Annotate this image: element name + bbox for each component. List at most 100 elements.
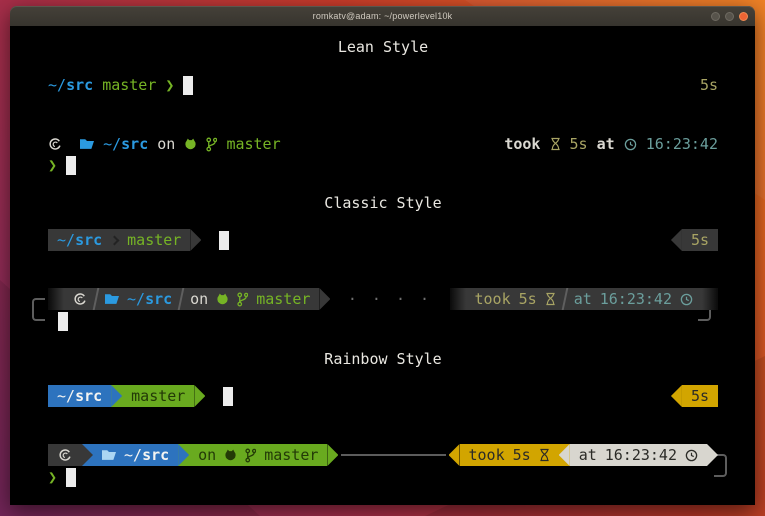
github-icon <box>224 449 237 461</box>
gap-filler-dots: · · · · <box>330 288 449 310</box>
git-branch: master <box>127 229 181 251</box>
prompt-char: ❯ <box>48 466 57 488</box>
powerline-arrow-icon <box>671 229 682 251</box>
powerline-arrow-icon <box>707 444 718 466</box>
clock-icon <box>685 449 698 462</box>
git-branch-icon <box>237 292 248 307</box>
lean-prompt-short: ~/src master ❯ 5s <box>48 74 718 96</box>
rainbow-prompt-full-line1: ~/src on master took 5s <box>48 444 718 466</box>
git-branch: master <box>131 385 185 407</box>
took-label: took <box>504 133 540 155</box>
path-prefix: ~/ <box>103 133 121 155</box>
path-dir: src <box>75 231 102 249</box>
classic-prompt-full-line1: ~/src on master · · · · took 5s at 16:23… <box>48 288 718 310</box>
github-icon <box>216 293 229 305</box>
prompt-char: ❯ <box>165 74 174 96</box>
rainbow-prompt-short: ~/src master 5s <box>48 385 718 407</box>
duration-value: 5s <box>691 385 709 407</box>
duration-value: 5s <box>691 229 709 251</box>
classic-prompt-short: ~/src master 5s <box>48 229 718 251</box>
git-branch: master <box>226 133 280 155</box>
section-title: Classic Style <box>324 192 441 214</box>
time-value: 16:23:42 <box>600 288 672 310</box>
section-title: Lean Style <box>338 36 428 58</box>
path-dir: src <box>66 74 93 96</box>
prompt-frame-left <box>32 298 45 321</box>
duration-value: 5s <box>700 74 718 96</box>
text-cursor <box>66 156 76 175</box>
took-label: took <box>475 288 511 310</box>
terminal-screen[interactable]: Lean Style ~/src master ❯ 5s ~/src on <box>10 26 755 505</box>
window-title: romkatv@adam: ~/powerlevel10k <box>313 11 453 21</box>
at-label: at <box>597 133 615 155</box>
segment-fade <box>702 288 718 310</box>
github-icon <box>184 138 197 150</box>
path-prefix: ~/ <box>124 446 142 464</box>
gap-filler-line <box>341 454 445 456</box>
powerline-arrow-icon <box>327 444 338 466</box>
path-prefix: ~/ <box>57 231 75 249</box>
title-bar[interactable]: romkatv@adam: ~/powerlevel10k <box>10 6 755 26</box>
debian-swirl-icon <box>73 292 87 306</box>
duration-value: 5s <box>513 444 531 466</box>
thin-separator-icon <box>178 288 185 310</box>
terminal-window: romkatv@adam: ~/powerlevel10k Lean Style… <box>10 6 755 505</box>
text-cursor <box>223 387 233 406</box>
lean-prompt-full-line1: ~/src on master took 5s <box>48 133 718 155</box>
on-label: on <box>157 133 175 155</box>
git-branch: master <box>102 74 156 96</box>
segment-junction <box>82 444 93 466</box>
segment-fade <box>450 288 466 310</box>
classic-prompt-full-line2 <box>48 310 718 332</box>
hourglass-icon <box>550 137 561 151</box>
clock-icon <box>680 293 693 306</box>
debian-swirl-icon <box>48 137 62 151</box>
close-button-icon[interactable] <box>739 12 748 21</box>
chevron-separator-icon <box>110 235 120 245</box>
clock-icon <box>624 138 637 151</box>
segment-junction <box>111 385 122 407</box>
segment-junction <box>559 444 570 466</box>
on-label: on <box>190 288 208 310</box>
minimize-button-icon[interactable] <box>711 12 720 21</box>
classic-style-heading: Classic Style <box>48 192 718 214</box>
text-cursor <box>219 231 229 250</box>
path-prefix: ~/ <box>48 74 66 96</box>
window-controls <box>711 6 748 26</box>
powerline-arrow-icon <box>559 444 570 466</box>
powerline-arrow-icon <box>194 385 205 407</box>
maximize-button-icon[interactable] <box>725 12 734 21</box>
segment-junction <box>178 444 189 466</box>
prompt-char: ❯ <box>48 154 57 176</box>
git-branch-icon <box>245 448 256 463</box>
time-value: 16:23:42 <box>646 133 718 155</box>
path-dir: src <box>145 290 172 308</box>
rainbow-style-heading: Rainbow Style <box>48 348 718 370</box>
rainbow-prompt-full-line2: ❯ <box>48 466 718 488</box>
hourglass-icon <box>545 292 556 306</box>
at-label: at <box>579 444 597 466</box>
powerline-arrow-icon <box>319 288 330 310</box>
text-cursor <box>66 468 76 487</box>
lean-style-heading: Lean Style <box>48 36 718 58</box>
duration-value: 5s <box>570 133 588 155</box>
folder-icon <box>80 138 94 150</box>
section-title: Rainbow Style <box>324 348 441 370</box>
lean-prompt-full-line2: ❯ <box>48 154 718 176</box>
powerline-arrow-icon <box>671 385 682 407</box>
duration-value: 5s <box>519 288 537 310</box>
on-label: on <box>198 444 216 466</box>
path-dir: src <box>142 446 169 464</box>
path-prefix: ~/ <box>57 387 75 405</box>
folder-icon <box>102 449 116 461</box>
thin-separator-icon <box>93 288 100 310</box>
powerline-arrow-icon <box>449 444 460 466</box>
at-label: at <box>574 288 592 310</box>
powerline-arrow-icon <box>111 385 122 407</box>
git-branch-icon <box>206 137 217 152</box>
thin-separator-icon <box>561 288 568 310</box>
time-value: 16:23:42 <box>605 444 677 466</box>
debian-swirl-icon <box>58 448 72 462</box>
powerline-arrow-icon <box>178 444 189 466</box>
git-branch: master <box>256 288 310 310</box>
